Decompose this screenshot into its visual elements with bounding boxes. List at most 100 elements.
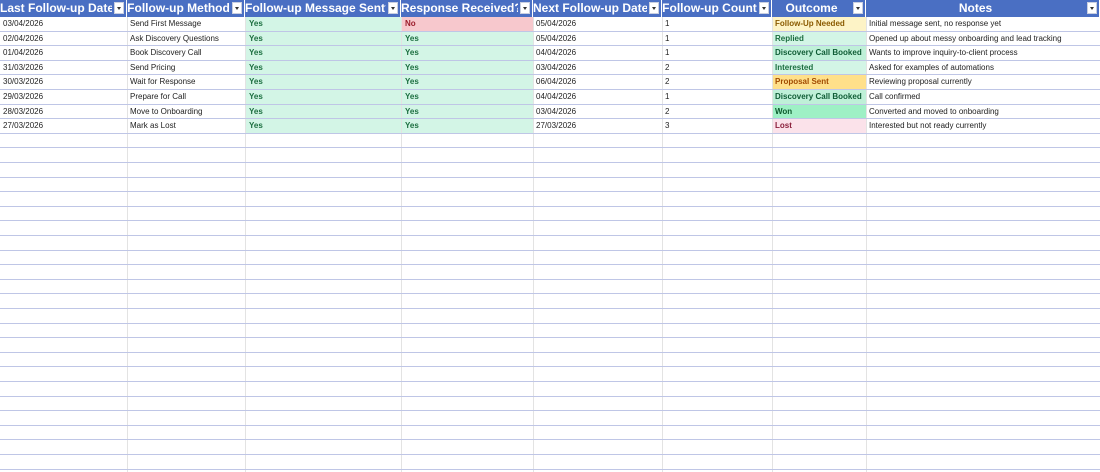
cell-next-followup-date[interactable] [534, 221, 662, 235]
cell-response-received[interactable] [402, 353, 533, 367]
cell-last-followup-date[interactable] [1, 134, 127, 148]
cell-response-received[interactable] [402, 455, 533, 469]
cell-next-followup-date[interactable] [534, 192, 662, 206]
cell-last-followup-date[interactable] [1, 251, 127, 265]
cell-outcome[interactable] [773, 426, 866, 440]
cell-response-received[interactable] [402, 265, 533, 279]
cell-response-received[interactable] [402, 367, 533, 381]
cell-response-received[interactable] [402, 411, 533, 425]
cell-message-sent[interactable] [246, 207, 401, 221]
cell-next-followup-date[interactable]: 04/04/2026 [534, 90, 662, 104]
cell-last-followup-date[interactable] [1, 309, 127, 323]
cell-notes[interactable] [867, 324, 1100, 338]
cell-notes[interactable] [867, 367, 1100, 381]
cell-last-followup-date[interactable] [1, 221, 127, 235]
cell-next-followup-date[interactable] [534, 148, 662, 162]
cell-last-followup-date[interactable]: 31/03/2026 [1, 61, 127, 75]
cell-notes[interactable] [867, 382, 1100, 396]
cell-outcome[interactable]: Discovery Call Booked [773, 90, 866, 104]
cell-outcome[interactable] [773, 178, 866, 192]
cell-followup-count[interactable] [663, 192, 772, 206]
cell-next-followup-date[interactable] [534, 280, 662, 294]
cell-followup-count[interactable] [663, 382, 772, 396]
cell-message-sent[interactable]: Yes [246, 46, 401, 60]
cell-outcome[interactable] [773, 455, 866, 469]
cell-followup-count[interactable]: 1 [663, 32, 772, 46]
cell-followup-method[interactable] [128, 236, 245, 250]
cell-message-sent[interactable] [246, 236, 401, 250]
cell-followup-method[interactable] [128, 178, 245, 192]
cell-next-followup-date[interactable]: 05/04/2026 [534, 17, 662, 31]
cell-followup-count[interactable]: 3 [663, 119, 772, 133]
cell-followup-method[interactable] [128, 455, 245, 469]
cell-response-received[interactable] [402, 207, 533, 221]
cell-followup-method[interactable] [128, 192, 245, 206]
cell-outcome[interactable] [773, 397, 866, 411]
cell-message-sent[interactable]: Yes [246, 17, 401, 31]
cell-followup-method[interactable] [128, 382, 245, 396]
cell-last-followup-date[interactable] [1, 294, 127, 308]
cell-followup-method[interactable]: Mark as Lost [128, 119, 245, 133]
cell-message-sent[interactable] [246, 382, 401, 396]
cell-outcome[interactable] [773, 192, 866, 206]
filter-dropdown-icon[interactable] [853, 2, 863, 14]
cell-response-received[interactable] [402, 309, 533, 323]
cell-notes[interactable]: Call confirmed [867, 90, 1100, 104]
cell-followup-count[interactable] [663, 163, 772, 177]
cell-notes[interactable] [867, 251, 1100, 265]
cell-followup-count[interactable] [663, 236, 772, 250]
cell-followup-count[interactable]: 2 [663, 61, 772, 75]
cell-last-followup-date[interactable]: 27/03/2026 [1, 119, 127, 133]
cell-response-received[interactable] [402, 251, 533, 265]
cell-next-followup-date[interactable] [534, 163, 662, 177]
cell-next-followup-date[interactable] [534, 353, 662, 367]
cell-followup-count[interactable] [663, 280, 772, 294]
cell-outcome[interactable] [773, 280, 866, 294]
cell-outcome[interactable]: Follow-Up Needed [773, 17, 866, 31]
cell-followup-method[interactable]: Ask Discovery Questions [128, 32, 245, 46]
cell-next-followup-date[interactable] [534, 338, 662, 352]
cell-last-followup-date[interactable] [1, 163, 127, 177]
cell-message-sent[interactable] [246, 426, 401, 440]
cell-last-followup-date[interactable] [1, 455, 127, 469]
cell-last-followup-date[interactable]: 29/03/2026 [1, 90, 127, 104]
cell-followup-method[interactable] [128, 324, 245, 338]
cell-message-sent[interactable]: Yes [246, 75, 401, 89]
cell-notes[interactable]: Interested but not ready currently [867, 119, 1100, 133]
cell-response-received[interactable] [402, 134, 533, 148]
cell-message-sent[interactable] [246, 353, 401, 367]
cell-response-received[interactable] [402, 338, 533, 352]
cell-last-followup-date[interactable]: 28/03/2026 [1, 105, 127, 119]
cell-next-followup-date[interactable]: 27/03/2026 [534, 119, 662, 133]
cell-next-followup-date[interactable] [534, 207, 662, 221]
cell-last-followup-date[interactable] [1, 338, 127, 352]
cell-message-sent[interactable] [246, 324, 401, 338]
cell-message-sent[interactable] [246, 338, 401, 352]
cell-followup-method[interactable] [128, 148, 245, 162]
column-header-next-followup-date[interactable]: Next Follow-up Date [533, 0, 662, 17]
cell-notes[interactable] [867, 309, 1100, 323]
cell-followup-count[interactable] [663, 148, 772, 162]
cell-notes[interactable] [867, 440, 1100, 454]
cell-message-sent[interactable]: Yes [246, 104, 401, 119]
cell-outcome[interactable] [773, 134, 866, 148]
cell-next-followup-date[interactable] [534, 251, 662, 265]
column-header-response-received[interactable]: Response Received? [401, 0, 533, 17]
cell-last-followup-date[interactable] [1, 324, 127, 338]
cell-message-sent[interactable] [246, 294, 401, 308]
cell-message-sent[interactable] [246, 221, 401, 235]
cell-next-followup-date[interactable] [534, 265, 662, 279]
cell-notes[interactable]: Initial message sent, no response yet [867, 17, 1100, 31]
cell-outcome[interactable]: Lost [773, 119, 866, 133]
cell-followup-count[interactable]: 1 [663, 46, 772, 60]
filter-dropdown-icon[interactable] [388, 2, 398, 14]
cell-message-sent[interactable] [246, 280, 401, 294]
cell-notes[interactable] [867, 338, 1100, 352]
cell-next-followup-date[interactable] [534, 426, 662, 440]
cell-followup-method[interactable]: Book Discovery Call [128, 46, 245, 60]
cell-response-received[interactable] [402, 221, 533, 235]
cell-notes[interactable] [867, 353, 1100, 367]
filter-dropdown-icon[interactable] [649, 2, 659, 14]
cell-outcome[interactable]: Interested [773, 60, 866, 75]
cell-followup-count[interactable] [663, 221, 772, 235]
